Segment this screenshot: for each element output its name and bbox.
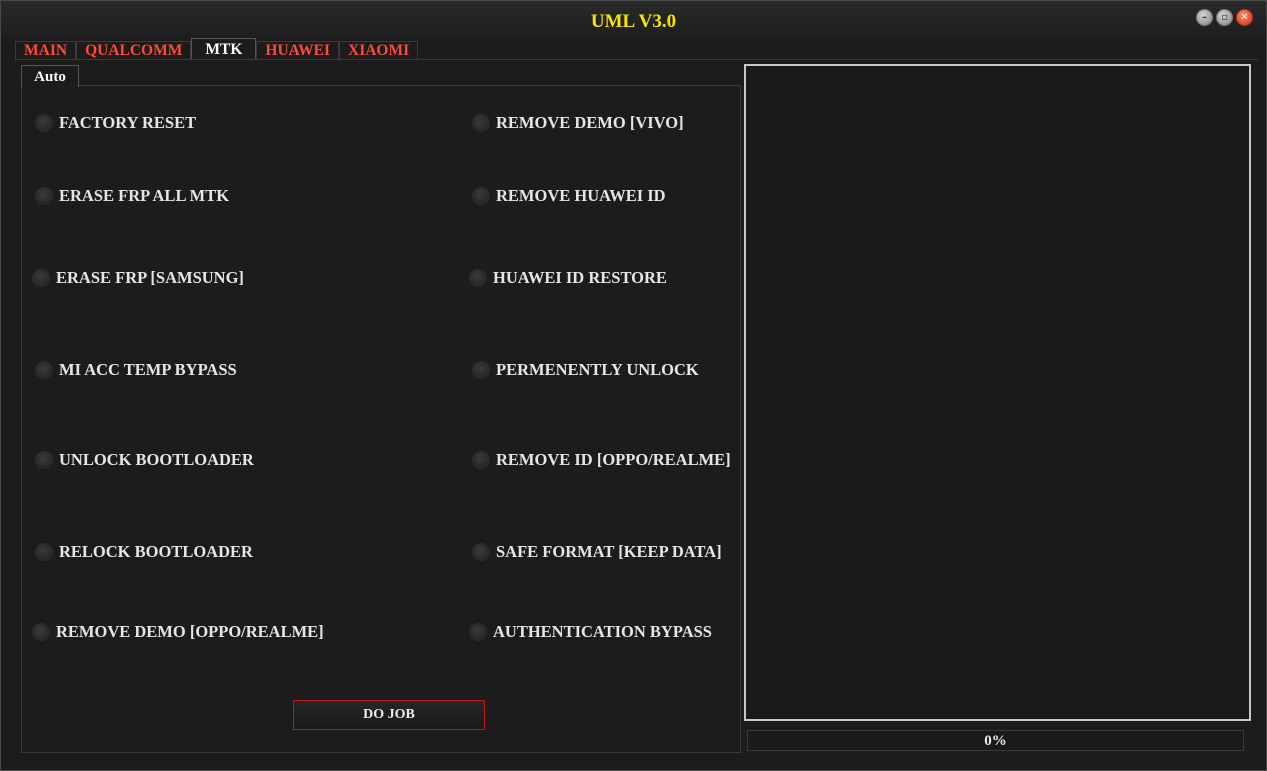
option-label: REMOVE ID [OPPO/REALME] bbox=[496, 450, 731, 469]
title-bar[interactable]: UML V3.0 – ▫ ✕ bbox=[1, 1, 1266, 37]
option-remove-huawei-id[interactable]: REMOVE HUAWEI ID bbox=[472, 186, 666, 206]
option-remove-demo-vivo[interactable]: REMOVE DEMO [VIVO] bbox=[472, 113, 684, 133]
option-mi-acc-temp-bypass[interactable]: MI ACC TEMP BYPASS bbox=[35, 360, 237, 380]
tab-huawei[interactable]: HUAWEI bbox=[256, 41, 339, 59]
option-label: HUAWEI ID RESTORE bbox=[493, 268, 667, 287]
tab-auto[interactable]: Auto bbox=[21, 65, 79, 87]
progress-text: 0% bbox=[984, 733, 1007, 749]
radio-icon[interactable] bbox=[472, 361, 490, 379]
option-safe-format-keep-data[interactable]: SAFE FORMAT [KEEP DATA] bbox=[472, 542, 722, 562]
option-label: PERMENENTLY UNLOCK bbox=[496, 360, 699, 379]
option-relock-bootloader[interactable]: RELOCK BOOTLOADER bbox=[35, 542, 253, 562]
radio-icon[interactable] bbox=[35, 543, 53, 561]
radio-icon[interactable] bbox=[35, 361, 53, 379]
option-factory-reset[interactable]: FACTORY RESET bbox=[35, 113, 196, 133]
app-window: UML V3.0 – ▫ ✕ MAIN QUALCOMM MTK HUAWEI … bbox=[0, 0, 1267, 771]
option-label: ERASE FRP ALL MTK bbox=[59, 186, 230, 205]
option-remove-id-oppo-realme[interactable]: REMOVE ID [OPPO/REALME] bbox=[472, 450, 731, 470]
close-icon[interactable]: ✕ bbox=[1236, 9, 1253, 26]
progress-bar: 0% bbox=[747, 730, 1244, 751]
radio-icon[interactable] bbox=[35, 451, 53, 469]
option-remove-demo-oppo-realme[interactable]: REMOVE DEMO [OPPO/REALME] bbox=[32, 622, 324, 642]
tab-divider bbox=[15, 59, 1258, 60]
window-title: UML V3.0 bbox=[590, 11, 677, 32]
radio-icon[interactable] bbox=[469, 269, 487, 287]
radio-icon[interactable] bbox=[35, 114, 53, 132]
option-erase-frp-samsung[interactable]: ERASE FRP [SAMSUNG] bbox=[32, 268, 244, 288]
radio-icon[interactable] bbox=[472, 451, 490, 469]
minimize-icon[interactable]: – bbox=[1196, 9, 1213, 26]
option-label: SAFE FORMAT [KEEP DATA] bbox=[496, 542, 722, 561]
radio-icon[interactable] bbox=[32, 269, 50, 287]
tab-main[interactable]: MAIN bbox=[15, 41, 77, 59]
radio-icon[interactable] bbox=[32, 623, 50, 641]
radio-icon[interactable] bbox=[472, 114, 490, 132]
option-label: REMOVE DEMO [OPPO/REALME] bbox=[56, 622, 324, 641]
option-erase-frp-all-mtk[interactable]: ERASE FRP ALL MTK bbox=[35, 186, 229, 206]
option-label: AUTHENTICATION BYPASS bbox=[493, 622, 712, 641]
radio-icon[interactable] bbox=[472, 187, 490, 205]
do-job-button[interactable]: DO JOB bbox=[293, 700, 485, 730]
option-label: RELOCK BOOTLOADER bbox=[59, 542, 253, 561]
option-label: MI ACC TEMP BYPASS bbox=[59, 360, 237, 379]
option-label: REMOVE HUAWEI ID bbox=[496, 186, 666, 205]
tab-mtk[interactable]: MTK bbox=[191, 38, 257, 59]
tab-xiaomi[interactable]: XIAOMI bbox=[339, 41, 419, 59]
radio-icon[interactable] bbox=[469, 623, 487, 641]
option-label: REMOVE DEMO [VIVO] bbox=[496, 113, 684, 132]
radio-icon[interactable] bbox=[35, 187, 53, 205]
option-label: UNLOCK BOOTLOADER bbox=[59, 450, 254, 469]
log-output-area[interactable] bbox=[744, 64, 1251, 721]
option-label: FACTORY RESET bbox=[59, 113, 197, 132]
main-tab-bar: MAIN QUALCOMM MTK HUAWEI XIAOMI bbox=[15, 38, 419, 59]
option-authentication-bypass[interactable]: AUTHENTICATION BYPASS bbox=[469, 622, 712, 642]
tab-qualcomm[interactable]: QUALCOMM bbox=[76, 41, 192, 59]
radio-icon[interactable] bbox=[472, 543, 490, 561]
option-huawei-id-restore[interactable]: HUAWEI ID RESTORE bbox=[469, 268, 667, 288]
option-permenently-unlock[interactable]: PERMENENTLY UNLOCK bbox=[472, 360, 699, 380]
maximize-icon[interactable]: ▫ bbox=[1216, 9, 1233, 26]
option-label: ERASE FRP [SAMSUNG] bbox=[56, 268, 244, 287]
option-unlock-bootloader[interactable]: UNLOCK BOOTLOADER bbox=[35, 450, 254, 470]
